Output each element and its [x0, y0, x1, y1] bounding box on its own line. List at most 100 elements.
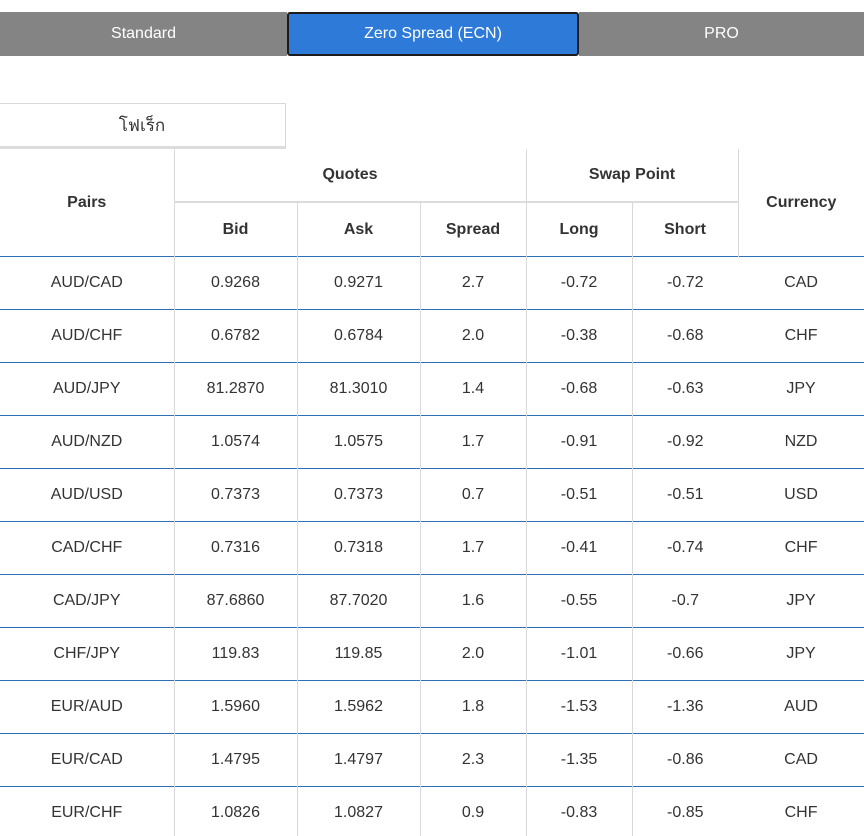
cell-spread: 2.3	[419, 733, 527, 787]
table-row: CAD/JPY 87.6860 87.7020 1.6 -0.55 -0.7 J…	[0, 574, 864, 628]
cell-bid: 81.2870	[173, 362, 297, 416]
page: Standard Zero Spread (ECN) PRO โฟเร็ก Pa…	[0, 0, 864, 836]
cell-bid: 0.7316	[173, 521, 297, 575]
header-currency: Currency	[737, 149, 864, 257]
cell-ask: 1.4797	[296, 733, 420, 787]
table-row: AUD/CHF 0.6782 0.6784 2.0 -0.38 -0.68 CH…	[0, 309, 864, 363]
table-row: EUR/CAD 1.4795 1.4797 2.3 -1.35 -0.86 CA…	[0, 733, 864, 787]
cell-short: -0.92	[631, 415, 739, 469]
cell-currency: CHF	[738, 309, 864, 363]
cell-currency: AUD	[738, 680, 864, 734]
cell-bid: 1.4795	[173, 733, 297, 787]
cell-spread: 0.7	[419, 468, 527, 522]
cell-spread: 1.8	[419, 680, 527, 734]
cell-currency: NZD	[738, 415, 864, 469]
header-spread: Spread	[419, 202, 527, 257]
cell-pair: EUR/CHF	[0, 786, 174, 836]
cell-bid: 0.9268	[173, 256, 297, 310]
cell-bid: 0.7373	[173, 468, 297, 522]
cell-pair: EUR/AUD	[0, 680, 174, 734]
cell-pair: AUD/USD	[0, 468, 174, 522]
tab-forex[interactable]: โฟเร็ก	[0, 103, 286, 149]
cell-spread: 2.7	[419, 256, 527, 310]
cell-spread: 1.4	[419, 362, 527, 416]
cell-currency: CAD	[738, 733, 864, 787]
cell-spread: 0.9	[419, 786, 527, 836]
table-row: EUR/CHF 1.0826 1.0827 0.9 -0.83 -0.85 CH…	[0, 786, 864, 836]
cell-short: -0.86	[631, 733, 739, 787]
cell-short: -0.72	[631, 256, 739, 310]
cell-bid: 119.83	[173, 627, 297, 681]
cell-bid: 1.0826	[173, 786, 297, 836]
cell-pair: AUD/JPY	[0, 362, 174, 416]
tab-pro[interactable]: PRO	[579, 12, 864, 56]
cell-pair: CAD/CHF	[0, 521, 174, 575]
header-pairs: Pairs	[67, 193, 107, 211]
cell-pair: EUR/CAD	[0, 733, 174, 787]
cell-long: -1.53	[525, 680, 633, 734]
cell-short: -0.74	[631, 521, 739, 575]
cell-currency: JPY	[738, 362, 864, 416]
cell-long: -0.72	[525, 256, 633, 310]
cell-short: -0.63	[631, 362, 739, 416]
account-type-tabs: Standard Zero Spread (ECN) PRO	[0, 12, 864, 56]
cell-currency: JPY	[738, 627, 864, 681]
header-ask: Ask	[296, 202, 420, 257]
cell-bid: 1.5960	[173, 680, 297, 734]
cell-pair: CAD/JPY	[0, 574, 174, 628]
table-row: AUD/USD 0.7373 0.7373 0.7 -0.51 -0.51 US…	[0, 468, 864, 522]
cell-ask: 87.7020	[296, 574, 420, 628]
table-row: EUR/AUD 1.5960 1.5962 1.8 -1.53 -1.36 AU…	[0, 680, 864, 734]
header-swap-point: Swap Point	[525, 149, 739, 203]
header-quotes: Quotes	[173, 149, 527, 203]
cell-currency: CHF	[738, 786, 864, 836]
cell-spread: 1.7	[419, 521, 527, 575]
cell-spread: 1.6	[419, 574, 527, 628]
table-row: CHF/JPY 119.83 119.85 2.0 -1.01 -0.66 JP…	[0, 627, 864, 681]
cell-ask: 1.0575	[296, 415, 420, 469]
cell-long: -0.55	[525, 574, 633, 628]
cell-long: -0.68	[525, 362, 633, 416]
cell-ask: 119.85	[296, 627, 420, 681]
cell-spread: 2.0	[419, 309, 527, 363]
cell-short: -0.85	[631, 786, 739, 836]
cell-spread: 1.7	[419, 415, 527, 469]
cell-ask: 1.0827	[296, 786, 420, 836]
cell-currency: CAD	[738, 256, 864, 310]
cell-bid: 87.6860	[173, 574, 297, 628]
tab-standard[interactable]: Standard	[0, 12, 287, 56]
cell-short: -0.66	[631, 627, 739, 681]
header-short: Short	[631, 202, 739, 257]
cell-short: -0.68	[631, 309, 739, 363]
cell-currency: USD	[738, 468, 864, 522]
cell-currency: JPY	[738, 574, 864, 628]
cell-long: -1.01	[525, 627, 633, 681]
cell-pair: AUD/CAD	[0, 256, 174, 310]
cell-long: -0.51	[525, 468, 633, 522]
cell-ask: 0.6784	[296, 309, 420, 363]
cell-bid: 1.0574	[173, 415, 297, 469]
cell-long: -0.91	[525, 415, 633, 469]
cell-pair: AUD/CHF	[0, 309, 174, 363]
cell-ask: 0.7373	[296, 468, 420, 522]
table-row: CAD/CHF 0.7316 0.7318 1.7 -0.41 -0.74 CH…	[0, 521, 864, 575]
table-row: AUD/JPY 81.2870 81.3010 1.4 -0.68 -0.63 …	[0, 362, 864, 416]
cell-bid: 0.6782	[173, 309, 297, 363]
cell-spread: 2.0	[419, 627, 527, 681]
table-row: AUD/CAD 0.9268 0.9271 2.7 -0.72 -0.72 CA…	[0, 256, 864, 310]
table-header: Pairs Quotes Swap Point Currency Bid Ask…	[0, 149, 864, 257]
cell-short: -0.7	[631, 574, 739, 628]
cell-pair: AUD/NZD	[0, 415, 174, 469]
cell-long: -1.35	[525, 733, 633, 787]
quotes-table: Pairs Quotes Swap Point Currency Bid Ask…	[0, 149, 864, 836]
header-long: Long	[525, 202, 633, 257]
cell-short: -1.36	[631, 680, 739, 734]
cell-currency: CHF	[738, 521, 864, 575]
table-row: AUD/NZD 1.0574 1.0575 1.7 -0.91 -0.92 NZ…	[0, 415, 864, 469]
cell-ask: 81.3010	[296, 362, 420, 416]
tab-zero-spread-ecn[interactable]: Zero Spread (ECN)	[287, 12, 579, 56]
cell-long: -0.83	[525, 786, 633, 836]
cell-short: -0.51	[631, 468, 739, 522]
cell-long: -0.41	[525, 521, 633, 575]
cell-ask: 0.9271	[296, 256, 420, 310]
